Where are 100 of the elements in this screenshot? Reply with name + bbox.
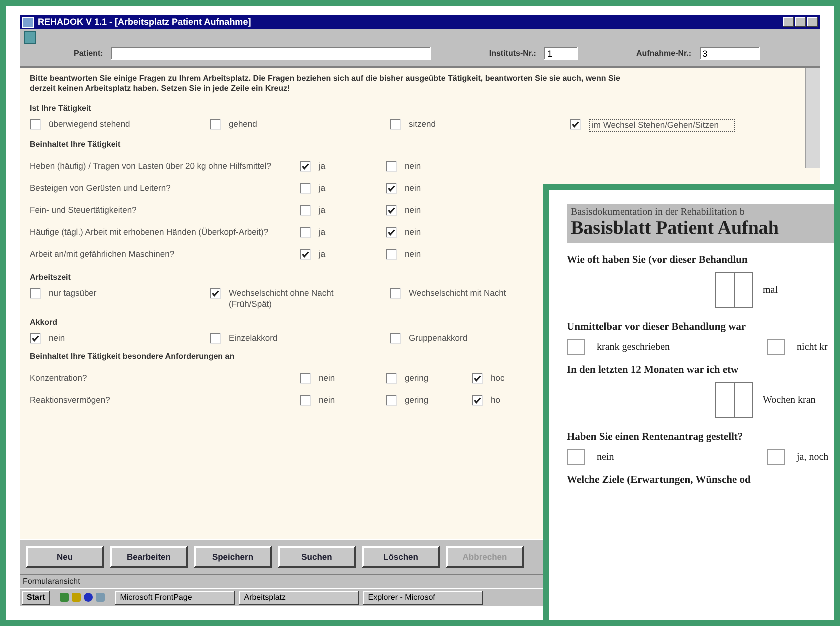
option-label: Wechselschicht ohne Nacht (Früh/Spät) bbox=[229, 288, 335, 310]
action-button[interactable]: Neu bbox=[26, 546, 104, 568]
checkbox[interactable] bbox=[300, 248, 311, 260]
action-button[interactable]: Speichern bbox=[194, 546, 272, 568]
box-label: Wochen kran bbox=[763, 394, 816, 406]
checkbox[interactable] bbox=[210, 333, 221, 344]
action-button[interactable]: Suchen bbox=[278, 546, 356, 568]
option-label: nein bbox=[405, 226, 422, 238]
checkbox[interactable] bbox=[767, 449, 785, 465]
option-label: überwiegend stehend bbox=[49, 119, 132, 130]
checkbox[interactable] bbox=[472, 372, 483, 384]
taskbar-button[interactable]: Arbeitsplatz bbox=[239, 590, 360, 604]
option-label: ja, noch bbox=[797, 452, 829, 462]
option-label: gering bbox=[405, 372, 429, 384]
question-text: Reaktionsvermögen? bbox=[30, 394, 112, 406]
instruction-text: Bitte beantworten Sie einige Fragen zu Ihrem Arbeitsplatz. Die Fragen beziehen sich auf die bisher ausgeübte Tätigkeit, beantworten Sie sie auch, wenn Sie derzeit keinen Arbeitsplatz haben. Setzen Sie in jede Zeile ein Kreuz! bbox=[30, 74, 622, 94]
checkbox[interactable] bbox=[30, 333, 41, 344]
taskbar-button[interactable]: Microsoft FrontPage bbox=[115, 590, 236, 604]
question-text: Unmittelbar vor dieser Behandlung war bbox=[567, 322, 748, 333]
checkbox[interactable] bbox=[390, 333, 401, 344]
checkbox[interactable] bbox=[210, 288, 221, 299]
action-button[interactable]: Bearbeiten bbox=[110, 546, 188, 568]
option-label: ja bbox=[319, 204, 326, 216]
question-text: Konzentration? bbox=[30, 372, 88, 384]
question-text: Häufige (tägl.) Arbeit mit erhobenen Händen (Überkopf-Arbeit)? bbox=[30, 226, 270, 238]
checkbox[interactable] bbox=[386, 160, 397, 172]
taskbar-button[interactable]: Explorer - Microsof bbox=[363, 590, 484, 604]
document-icon[interactable] bbox=[24, 31, 36, 44]
option-label: sitzend bbox=[409, 119, 437, 130]
checkbox[interactable] bbox=[300, 182, 311, 194]
checkbox[interactable] bbox=[30, 288, 41, 299]
section-heading: Beinhaltet Ihre Tätigkeit besondere Anforderungen an bbox=[30, 352, 235, 361]
option-label: nein bbox=[319, 372, 336, 384]
checkbox[interactable] bbox=[300, 372, 311, 384]
section-heading: Beinhaltet Ihre Tätigkeit bbox=[30, 140, 121, 149]
option-label: nein bbox=[405, 160, 422, 172]
checkbox[interactable] bbox=[386, 182, 397, 194]
action-button[interactable]: Löschen bbox=[362, 546, 440, 568]
option-label: nein bbox=[405, 204, 422, 216]
checkbox[interactable] bbox=[300, 160, 311, 172]
question-text: Arbeit an/mit gefährlichen Maschinen? bbox=[30, 248, 176, 260]
option-label: ja bbox=[319, 226, 326, 238]
checkbox[interactable] bbox=[210, 119, 221, 130]
option-label: gering bbox=[405, 394, 429, 406]
question-text: Besteigen von Gerüsten und Leitern? bbox=[30, 182, 172, 194]
option-label: nur tagsüber bbox=[49, 288, 98, 299]
checkbox[interactable] bbox=[390, 288, 401, 299]
checkbox[interactable] bbox=[386, 394, 397, 406]
checkbox[interactable] bbox=[386, 248, 397, 260]
option-label: krank geschrieben bbox=[597, 342, 670, 352]
checkbox[interactable] bbox=[386, 226, 397, 238]
option-label: nein bbox=[49, 333, 66, 344]
checkbox[interactable] bbox=[30, 119, 41, 130]
start-button[interactable]: Start bbox=[22, 590, 50, 604]
digit-boxes[interactable] bbox=[715, 272, 753, 308]
box-label: mal bbox=[763, 284, 778, 296]
field-label: Aufnahme-Nr.: bbox=[636, 49, 692, 58]
section-heading: Arbeitszeit bbox=[30, 273, 71, 282]
window-title: REHADOK V 1.1 - [Arbeitsplatz Patient Aufnahme] bbox=[38, 17, 252, 27]
input-field[interactable] bbox=[111, 47, 432, 60]
checkbox[interactable] bbox=[300, 226, 311, 238]
option-label: hoc bbox=[491, 372, 505, 384]
question-text: Heben (häufig) / Tragen von Lasten über 20 kg ohne Hilfsmittel? bbox=[30, 160, 272, 172]
scrollbar[interactable] bbox=[805, 68, 820, 168]
option-label: nein bbox=[405, 182, 422, 194]
option-label: nein bbox=[405, 248, 422, 260]
checkbox[interactable] bbox=[300, 204, 311, 216]
checkbox[interactable] bbox=[390, 119, 401, 130]
option-label: ja bbox=[319, 248, 326, 260]
app-icon bbox=[22, 16, 34, 28]
input-field[interactable]: 1 bbox=[544, 47, 578, 60]
question-text: In den letzten 12 Monaten war ich etw bbox=[567, 365, 740, 376]
field-label: Instituts-Nr.: bbox=[489, 49, 536, 58]
option-label: Einzelakkord bbox=[229, 333, 279, 344]
question-text: Welche Ziele (Erwartungen, Wünsche od bbox=[567, 475, 752, 486]
option-label: ho bbox=[491, 394, 500, 406]
option-label: im Wechsel Stehen/Gehen/Sitzen bbox=[589, 119, 735, 132]
option-label: Wechselschicht mit Nacht bbox=[409, 288, 508, 299]
checkbox[interactable] bbox=[386, 204, 397, 216]
digit-boxes[interactable] bbox=[715, 382, 753, 418]
section-heading: Akkord bbox=[30, 318, 58, 327]
checkbox[interactable] bbox=[472, 394, 483, 406]
checkbox[interactable] bbox=[567, 339, 585, 355]
option-label: gehend bbox=[229, 119, 258, 130]
section-heading: Ist Ihre Tätigkeit bbox=[30, 104, 92, 113]
window-controls-icon[interactable] bbox=[783, 17, 818, 27]
checkbox[interactable] bbox=[386, 372, 397, 384]
document-subtitle: Basisdokumentation in der Rehabilitation b bbox=[571, 207, 746, 218]
option-label: nein bbox=[597, 452, 614, 462]
question-text: Fein- und Steuertätigkeiten? bbox=[30, 204, 138, 216]
option-label: ja bbox=[319, 160, 326, 172]
option-label: nein bbox=[319, 394, 336, 406]
checkbox[interactable] bbox=[767, 339, 785, 355]
document-title: Basisblatt Patient Aufnah bbox=[571, 218, 780, 240]
input-field[interactable]: 3 bbox=[700, 47, 760, 60]
checkbox[interactable] bbox=[300, 394, 311, 406]
question-text: Haben Sie einen Rentenantrag gestellt? bbox=[567, 432, 744, 443]
option-label: nicht kr bbox=[797, 342, 828, 352]
checkbox[interactable] bbox=[567, 449, 585, 465]
checkbox[interactable] bbox=[570, 119, 581, 130]
